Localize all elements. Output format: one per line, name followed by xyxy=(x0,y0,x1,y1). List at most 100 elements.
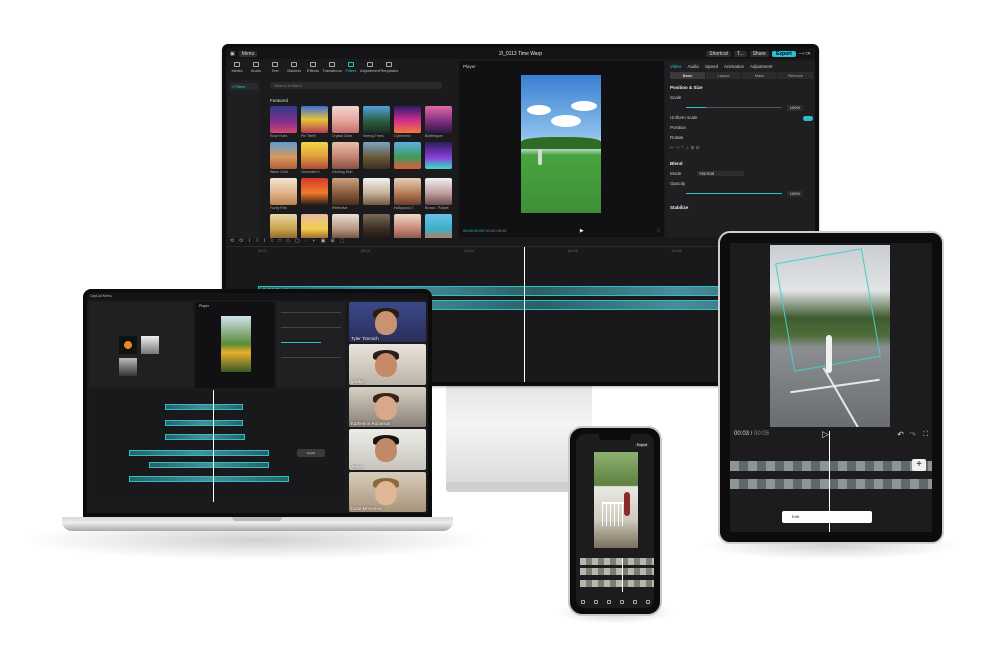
laptop-video-preview[interactable] xyxy=(221,316,251,372)
timeline-clip[interactable] xyxy=(129,476,289,482)
filter-thumb[interactable] xyxy=(394,214,421,241)
align-buttons[interactable]: ⊢ ⊣ ⊤ ⊥ ⊞ ⊟ xyxy=(666,143,815,153)
shortcut-button[interactable]: Shortcut xyxy=(706,50,731,57)
filter-thumb[interactable] xyxy=(301,178,328,205)
undo-icon[interactable]: ↶ xyxy=(897,430,904,439)
subtab-mask[interactable]: Mask xyxy=(742,72,777,79)
account-button[interactable]: T... xyxy=(733,50,747,57)
tab-audio[interactable]: Audio xyxy=(687,64,699,69)
filter-thumb[interactable] xyxy=(394,142,421,169)
timeline-clip[interactable] xyxy=(165,434,245,440)
tool-adjustment[interactable]: Adjustment xyxy=(360,60,380,78)
opacity-value[interactable]: 100% xyxy=(786,191,803,197)
filter-thumb[interactable]: Hollywood 2 xyxy=(394,178,421,210)
filter-thumb[interactable]: Glowing Skin xyxy=(332,142,359,174)
tool-filters[interactable]: Filters xyxy=(342,60,360,78)
filter-thumb[interactable] xyxy=(301,214,328,241)
participant-tile[interactable]: Tyler Timmich xyxy=(349,302,426,343)
media-thumb[interactable] xyxy=(119,358,137,376)
phone-playhead[interactable] xyxy=(622,558,623,592)
timeline-clip[interactable] xyxy=(730,479,932,489)
timeline-clip[interactable] xyxy=(730,461,932,471)
filter-thumb[interactable]: Pin Teeth xyxy=(301,106,328,138)
opacity-slider[interactable] xyxy=(686,193,782,194)
overlay-icon[interactable] xyxy=(632,600,637,604)
tab-animation[interactable]: Animation xyxy=(724,64,744,69)
filter-thumb[interactable]: Cybernetic xyxy=(394,106,421,138)
window-controls-icon[interactable]: —□✕ xyxy=(799,51,811,57)
text-icon[interactable] xyxy=(606,600,611,604)
filter-thumb[interactable] xyxy=(270,214,297,241)
play-icon[interactable]: ▶ xyxy=(580,228,584,234)
filter-thumb[interactable] xyxy=(425,214,452,241)
scale-value[interactable]: 100% xyxy=(786,105,803,111)
add-clip-button[interactable]: + xyxy=(912,459,926,471)
tab-video[interactable]: Video xyxy=(670,64,681,69)
timeline-clip[interactable] xyxy=(580,558,654,565)
import-dialog[interactable]: Import xyxy=(297,449,325,457)
tool-templates[interactable]: Templates xyxy=(380,60,398,78)
timeline-clip[interactable] xyxy=(580,568,654,575)
filter-thumb[interactable] xyxy=(363,214,390,241)
filter-thumb[interactable]: Crystal Clear xyxy=(332,106,359,138)
filter-thumb[interactable]: Seeing Trees xyxy=(363,106,390,138)
subtab-basic[interactable]: Basic xyxy=(670,72,705,79)
play-icon[interactable]: ▷ xyxy=(822,429,829,440)
sidebar-item-filters[interactable]: • Filters xyxy=(230,83,258,90)
search-input[interactable]: Search in filters xyxy=(270,82,442,89)
participant-tile[interactable]: gradys xyxy=(349,344,426,385)
timeline-playhead[interactable] xyxy=(524,247,525,382)
filter-thumb[interactable]: Bubblegum xyxy=(425,106,452,138)
filter-thumb[interactable]: Reflective xyxy=(332,178,359,210)
laptop-playhead[interactable] xyxy=(213,390,214,502)
effects-icon[interactable] xyxy=(619,600,624,604)
participant-tile[interactable]: Jesus xyxy=(349,429,426,470)
video-preview[interactable] xyxy=(521,75,601,213)
filter-thumb[interactable] xyxy=(332,214,359,241)
timeline-clip[interactable] xyxy=(165,404,243,410)
participant-tile[interactable]: Katherine Robinson xyxy=(349,386,426,428)
filters-icon[interactable] xyxy=(645,600,650,604)
redo-icon[interactable]: ↷ xyxy=(909,430,916,439)
subtab-layout[interactable]: Layout xyxy=(706,72,741,79)
media-thumb[interactable] xyxy=(141,336,159,354)
phone-export-button[interactable]: Export xyxy=(634,443,649,447)
filter-thumb[interactable]: Brown - Pokwe xyxy=(425,178,452,210)
participant-tile[interactable]: Katie McKinney xyxy=(349,471,426,513)
tool-text[interactable]: Text xyxy=(266,60,284,78)
fullscreen-icon[interactable]: ⛶ xyxy=(923,431,928,439)
filter-thumb[interactable]: Fuzzy Film xyxy=(270,178,297,210)
audio-icon[interactable] xyxy=(593,600,598,604)
filter-thumb[interactable] xyxy=(363,142,390,169)
edit-icon[interactable] xyxy=(580,600,585,604)
scale-slider[interactable] xyxy=(686,107,782,108)
tool-transitions[interactable]: Transitions xyxy=(322,60,342,78)
fullscreen-icon[interactable]: ⛶ xyxy=(657,228,660,234)
tool-audio[interactable]: Audio xyxy=(247,60,265,78)
filter-thumb[interactable] xyxy=(425,142,452,169)
tablet-playhead[interactable] xyxy=(829,431,830,532)
tool-effects[interactable]: Effects xyxy=(304,60,322,78)
media-thumb[interactable] xyxy=(119,336,137,354)
timeline-clip[interactable] xyxy=(580,580,654,587)
timeline-clip[interactable] xyxy=(165,420,243,426)
filter-thumb[interactable]: Warm Gold xyxy=(270,142,297,174)
tablet-video-preview[interactable] xyxy=(770,245,890,427)
phone-video-preview[interactable] xyxy=(594,452,638,548)
uniform-scale-toggle[interactable] xyxy=(803,116,813,121)
tab-speed[interactable]: Speed xyxy=(705,64,718,69)
mode-select[interactable]: Normal xyxy=(696,171,745,176)
tab-adjustment[interactable]: Adjustment xyxy=(750,64,773,69)
text-clip[interactable]: Edit xyxy=(782,511,872,523)
share-button[interactable]: Share xyxy=(749,50,769,57)
filter-thumb[interactable]: Cinematic II xyxy=(301,142,328,174)
filter-thumb[interactable]: Rose Hues xyxy=(270,106,297,138)
menu-button[interactable]: Menu xyxy=(238,50,258,57)
timeline-clip[interactable] xyxy=(129,450,269,456)
timeline-clip[interactable] xyxy=(149,462,269,468)
tool-stickers[interactable]: Stickers xyxy=(285,60,303,78)
export-button[interactable]: Export xyxy=(771,50,796,57)
subtab-remove[interactable]: Remove xyxy=(778,72,813,79)
tool-media[interactable]: Media xyxy=(228,60,246,78)
filter-thumb[interactable] xyxy=(363,178,390,205)
